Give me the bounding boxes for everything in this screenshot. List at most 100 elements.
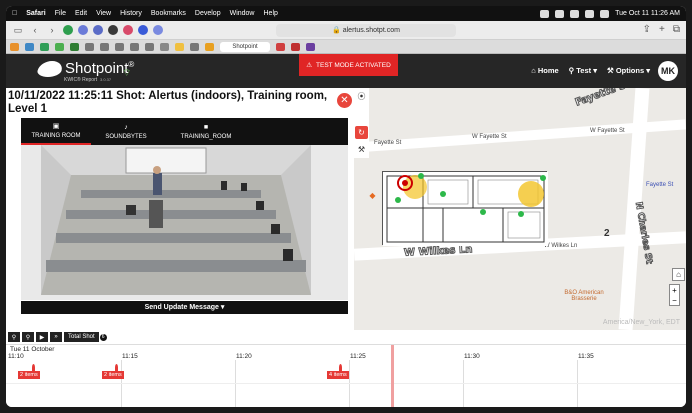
pinned-tab[interactable]: [130, 42, 139, 52]
share-icon[interactable]: ⇪: [643, 24, 651, 35]
pinned-tab[interactable]: [276, 42, 285, 52]
location-map[interactable]: Fayette St W Fayette St W Fayette St W W…: [354, 88, 686, 330]
pinned-tab[interactable]: [40, 42, 49, 52]
shotpoint-logo[interactable]: Shotpoint®: [35, 60, 134, 77]
street-label: W Wilkes Ln: [544, 243, 578, 249]
pinned-tab[interactable]: [190, 42, 199, 52]
zoom-in-icon[interactable]: +: [672, 286, 677, 295]
favicon: [115, 42, 124, 51]
mac-menubar:  Safari File Edit View History Bookmark…: [6, 6, 686, 21]
event-pin: [32, 364, 35, 371]
favicon: [205, 42, 214, 51]
tab-soundbytes[interactable]: ♪ SOUNDBYTES: [91, 118, 161, 145]
pinned-tab[interactable]: [70, 42, 79, 52]
home-icon[interactable]: ⌂: [672, 268, 685, 281]
event-pin: [339, 364, 342, 371]
pinned-tab[interactable]: [55, 42, 64, 52]
pinned-tab[interactable]: [25, 42, 34, 52]
extension-icon[interactable]: [93, 25, 103, 35]
tab-shotpoint[interactable]: Shotpoint: [220, 41, 270, 52]
tabs-overview-icon[interactable]: ⧉: [673, 24, 680, 35]
pinned-tab[interactable]: [306, 42, 315, 52]
pinned-tab[interactable]: [10, 42, 19, 52]
total-shot-count: 6: [98, 332, 108, 342]
menu-help[interactable]: Help: [264, 10, 278, 17]
timeline-item[interactable]: 2 items: [18, 371, 40, 379]
menu-develop[interactable]: Develop: [195, 10, 221, 17]
extension-icon[interactable]: [108, 25, 118, 35]
menu-view[interactable]: View: [96, 10, 111, 17]
favicon: [85, 42, 94, 51]
pinned-tab[interactable]: [100, 42, 109, 52]
menu-file[interactable]: File: [55, 10, 66, 17]
menu-safari[interactable]: Safari: [26, 10, 45, 17]
image-icon: ▣: [52, 123, 60, 130]
nav-test[interactable]: ⚲ Test ▾: [569, 66, 597, 75]
zoom-in-time-icon[interactable]: ⚲: [8, 332, 20, 342]
timeline-controls: ⚲ ⚲ ▶ » Total Shot 6: [6, 330, 354, 344]
send-update-message-button[interactable]: Send Update Message ▾: [21, 301, 348, 314]
zoom-out-icon[interactable]: −: [672, 296, 677, 305]
battery-icon[interactable]: [600, 9, 610, 18]
extension-icon[interactable]: [138, 25, 148, 35]
favicon: [276, 42, 285, 51]
nav-options[interactable]: ⚒ Options ▾: [607, 66, 650, 75]
timeline-item[interactable]: 2 items: [102, 371, 124, 379]
menu-window[interactable]: Window: [230, 10, 255, 17]
pinned-tab[interactable]: [145, 42, 154, 52]
total-shot-button[interactable]: Total Shot: [64, 332, 99, 342]
pinned-tab[interactable]: [160, 42, 169, 52]
extension-icon[interactable]: [123, 25, 133, 35]
extension-icon[interactable]: [78, 25, 88, 35]
map-marker-icon[interactable]: ◆: [366, 189, 379, 202]
timeline-date: Tue 11 October: [10, 346, 55, 353]
forward-icon[interactable]: ›: [46, 24, 58, 36]
wrench-icon[interactable]: ⚒: [355, 143, 368, 156]
pinned-tab[interactable]: [205, 42, 214, 52]
timezone-label: America/New_York, EDT: [602, 319, 680, 326]
status-icon[interactable]: [540, 9, 550, 18]
zoom-out-time-icon[interactable]: ⚲: [22, 332, 34, 342]
music-note-icon: ♪: [124, 123, 128, 131]
clock[interactable]: Tue Oct 11 11:26 AM: [615, 10, 680, 17]
tab-training-room[interactable]: ▣ TRAINING ROOM: [21, 118, 91, 145]
browser-toolbar: ▭ ‹ › 🔒 alertus.shotpt.com ⇪ + ⧉: [6, 21, 686, 40]
pinned-tab[interactable]: [175, 42, 184, 52]
nav-home-label: Home: [537, 66, 559, 75]
zoom-control: + −: [669, 284, 680, 306]
favicon: [130, 42, 139, 51]
time-tick: 11:15: [122, 353, 138, 360]
status-icon[interactable]: [570, 9, 580, 18]
menu-history[interactable]: History: [120, 10, 142, 17]
extension-icon[interactable]: [63, 25, 73, 35]
tab-label: SOUNDBYTES: [105, 133, 147, 140]
play-icon[interactable]: ▶: [36, 332, 48, 342]
floorplan-image: [383, 172, 548, 246]
favicon: [145, 42, 154, 51]
fast-forward-icon[interactable]: »: [50, 332, 62, 342]
timeline-item[interactable]: 4 items: [327, 371, 349, 379]
timeline[interactable]: Tue 11 October 11:10 11:15 11:20 11:25 1…: [6, 344, 686, 407]
refresh-icon[interactable]: ↻: [355, 126, 368, 139]
new-tab-icon[interactable]: +: [659, 24, 665, 35]
building-floorplan: [382, 171, 548, 246]
status-icon[interactable]: [555, 9, 565, 18]
pinned-tab[interactable]: [291, 42, 300, 52]
test-mode-label: TEST MODE ACTIVATED: [316, 61, 391, 69]
pinned-tab[interactable]: [85, 42, 94, 52]
logo-subtitle: KWIC® Report: [64, 77, 98, 83]
avatar[interactable]: MK: [658, 61, 678, 81]
sidebar-icon[interactable]: ▭: [12, 24, 24, 36]
menu-edit[interactable]: Edit: [75, 10, 87, 17]
nav-home[interactable]: ⌂ Home: [531, 66, 558, 75]
menu-bookmarks[interactable]: Bookmarks: [151, 10, 186, 17]
extension-icon[interactable]: [153, 25, 163, 35]
tab-training-room-video[interactable]: ■ TRAINING_ROOM: [161, 118, 251, 145]
wifi-icon[interactable]: [585, 9, 595, 18]
address-bar[interactable]: 🔒 alertus.shotpt.com: [276, 24, 456, 37]
close-button[interactable]: ✕: [337, 93, 352, 108]
pinned-tab[interactable]: [115, 42, 124, 52]
location-pin-icon[interactable]: ⦿: [355, 90, 368, 103]
back-icon[interactable]: ‹: [29, 24, 41, 36]
apple-icon[interactable]: : [12, 10, 17, 17]
